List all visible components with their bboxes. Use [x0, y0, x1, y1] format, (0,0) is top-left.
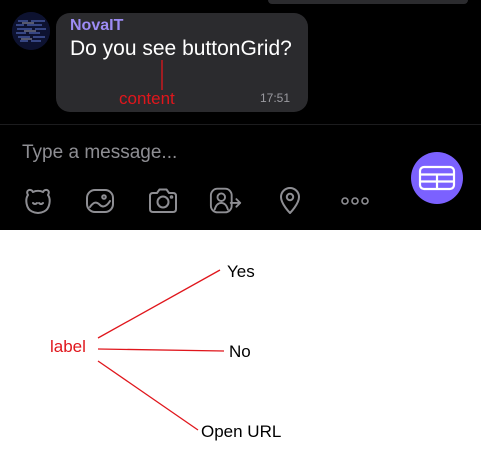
label-annotation: label — [50, 337, 86, 356]
button-label-yes: Yes — [227, 262, 255, 281]
button-label-open-url: Open URL — [201, 422, 282, 441]
button-label-no: No — [229, 342, 251, 361]
content-annotation: content — [119, 89, 175, 108]
annotation-lines — [97, 60, 225, 431]
